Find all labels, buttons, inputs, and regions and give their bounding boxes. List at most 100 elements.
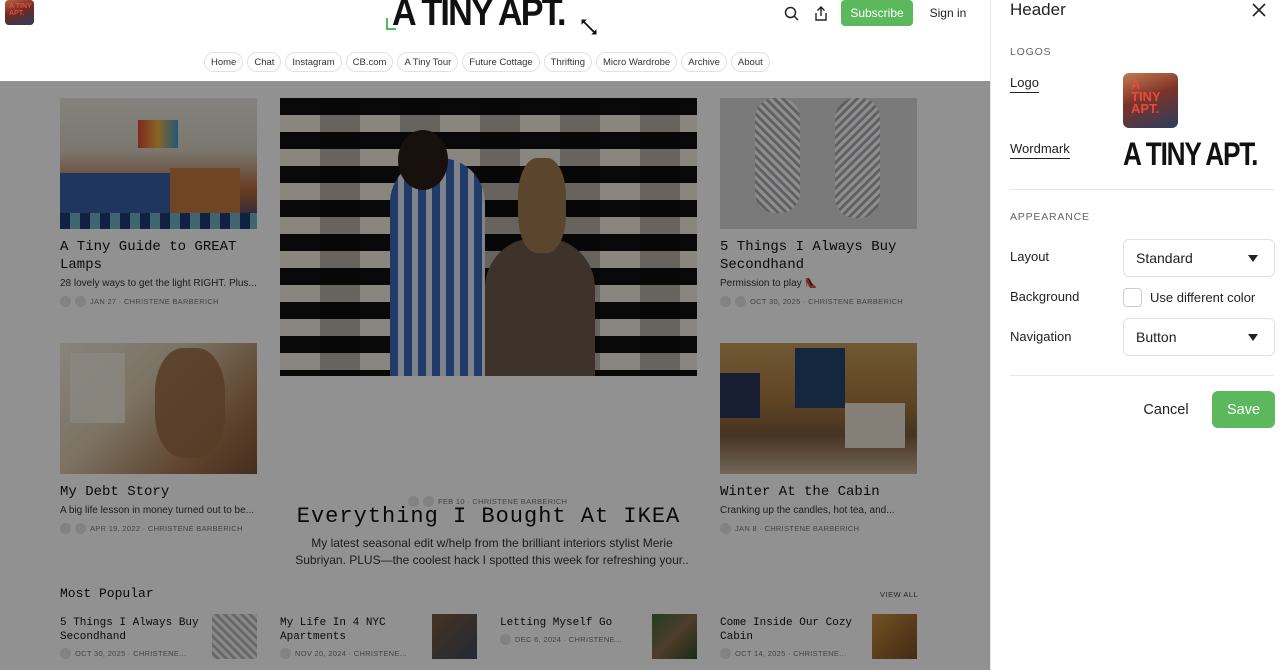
post-title-lamps[interactable]: A Tiny Guide to GREAT Lamps (60, 238, 257, 274)
site-content: A Tiny Guide to GREAT Lamps 28 lovely wa… (0, 81, 990, 670)
nav-future-cottage[interactable]: Future Cottage (462, 52, 540, 72)
layout-select-value: Standard (1136, 250, 1193, 266)
nav-about[interactable]: About (730, 52, 770, 72)
nav-archive[interactable]: Archive (681, 52, 727, 72)
signin-link[interactable]: Sign in (923, 0, 973, 26)
use-different-color-label[interactable]: Use different color (1150, 290, 1255, 305)
post-subtitle-ikea: My latest seasonal edit w/help from the … (295, 536, 689, 567)
popular-item-title[interactable]: My Life In 4 NYC Apartments (280, 616, 420, 644)
divider (1010, 375, 1274, 376)
site-wordmark[interactable]: A TINY APT. (392, 0, 567, 35)
wordmark-preview[interactable]: A TINY APT. (1123, 136, 1258, 173)
page: A TINY APT. A TINY APT. Subscribe Sign i… (0, 0, 1280, 670)
popular-item-thumb[interactable] (212, 614, 257, 659)
logo-label[interactable]: Logo (1010, 75, 1039, 93)
save-button[interactable]: Save (1212, 391, 1275, 428)
search-icon[interactable] (780, 2, 802, 24)
layout-select[interactable]: Standard (1123, 239, 1275, 277)
view-all-link[interactable]: VIEW ALL (880, 590, 918, 599)
lock-icon (735, 296, 746, 307)
site-logo[interactable]: A TINY APT. (5, 0, 34, 25)
popular-item-meta: OCT 30, 2025 · CHRISTENE... (60, 648, 186, 659)
panel-title: Header (1010, 0, 1066, 19)
use-different-color-checkbox[interactable] (1123, 288, 1142, 307)
header-settings-panel: Header LOGOS Logo A TINY APT. Wordmark A… (990, 0, 1280, 670)
post-image-debt[interactable] (60, 343, 257, 474)
site-header: A TINY APT. A TINY APT. Subscribe Sign i… (0, 0, 990, 81)
site-nav: Home Chat Instagram CB.com A Tiny Tour F… (204, 52, 770, 72)
subscribe-button[interactable]: Subscribe (841, 0, 913, 26)
chevron-down-icon (1248, 255, 1258, 262)
post-meta-debt-text: APR 19, 2022 · CHRISTENE BARBERICH (90, 524, 243, 533)
lock-icon (75, 523, 86, 534)
popular-item-meta-text: DEC 6, 2024 · CHRISTENE... (515, 635, 622, 644)
popular-item-thumb[interactable] (872, 614, 917, 659)
popular-item-thumb[interactable] (432, 614, 477, 659)
logos-section-heading: LOGOS (1010, 46, 1052, 58)
close-icon[interactable] (1250, 1, 1268, 19)
post-title-secondhand[interactable]: 5 Things I Always Buy Secondhand (720, 238, 917, 274)
author-avatar-icon (60, 523, 71, 534)
navigation-label: Navigation (1010, 329, 1072, 344)
background-label: Background (1010, 289, 1080, 304)
author-avatar-icon (720, 648, 731, 659)
nav-home[interactable]: Home (204, 52, 244, 72)
popular-item-meta-text: NOV 20, 2024 · CHRISTENE... (295, 649, 407, 658)
post-meta-debt: APR 19, 2022 · CHRISTENE BARBERICH (60, 523, 243, 534)
popular-item-title[interactable]: Letting Myself Go (500, 616, 640, 630)
post-meta-secondhand-text: OCT 30, 2025 · CHRISTENE BARBERICH (750, 297, 904, 306)
resize-cursor-icon (580, 18, 598, 36)
navigation-select[interactable]: Button (1123, 318, 1275, 356)
author-avatar-icon (408, 496, 419, 507)
popular-item-meta: OCT 14, 2025 · CHRISTENE... (720, 648, 846, 659)
chevron-down-icon (1248, 334, 1258, 341)
post-subtitle-cabin: Cranking up the candles, hot tea, and... (720, 505, 895, 516)
post-meta-ikea-text: FEB 10 · CHRISTENE BARBERICH (438, 497, 568, 506)
divider (1010, 189, 1274, 190)
post-meta-lamps: JAN 27 · CHRISTENE BARBERICH (60, 296, 219, 307)
nav-thrifting[interactable]: Thrifting (543, 52, 592, 72)
nav-chat[interactable]: Chat (247, 52, 282, 72)
post-title-debt[interactable]: My Debt Story (60, 483, 257, 501)
selection-corner (386, 18, 396, 30)
nav-tiny-tour[interactable]: A Tiny Tour (397, 52, 459, 72)
post-subtitle-secondhand: Permission to play 👠 (720, 278, 817, 289)
navigation-select-value: Button (1136, 329, 1177, 345)
share-icon[interactable] (810, 2, 832, 24)
post-meta-ikea: FEB 10 · CHRISTENE BARBERICH (408, 496, 567, 507)
wordmark-label[interactable]: Wordmark (1010, 141, 1070, 159)
lock-icon (75, 296, 86, 307)
popular-item-title[interactable]: Come Inside Our Cozy Cabin (720, 616, 860, 644)
post-image-cabin[interactable] (720, 343, 917, 474)
post-title-cabin[interactable]: Winter At the Cabin (720, 483, 917, 501)
lock-icon (500, 634, 511, 645)
most-popular-heading: Most Popular (60, 586, 154, 601)
lock-icon (280, 648, 291, 659)
post-title-ikea[interactable]: Everything I Bought At IKEA (280, 504, 697, 529)
post-image-secondhand[interactable] (720, 98, 917, 229)
nav-micro-wardrobe[interactable]: Micro Wardrobe (596, 52, 678, 72)
cancel-button[interactable]: Cancel (1131, 391, 1201, 428)
site-logo-text: A TINY APT. (9, 3, 32, 17)
site-preview: A TINY APT. A TINY APT. Subscribe Sign i… (0, 0, 990, 670)
post-meta-lamps-text: JAN 27 · CHRISTENE BARBERICH (90, 297, 219, 306)
nav-cbcom[interactable]: CB.com (345, 52, 394, 72)
post-image-ikea[interactable] (280, 98, 697, 376)
popular-item-thumb[interactable] (652, 614, 697, 659)
popular-item-title[interactable]: 5 Things I Always Buy Secondhand (60, 616, 200, 644)
popular-item-meta-text: OCT 14, 2025 · CHRISTENE... (735, 649, 847, 658)
post-subtitle-debt: A big life lesson in money turned out to… (60, 505, 255, 516)
popular-item-meta: DEC 6, 2024 · CHRISTENE... (500, 634, 622, 645)
post-subtitle-lamps: 28 lovely ways to get the light RIGHT. P… (60, 278, 257, 289)
post-image-lamps[interactable] (60, 98, 257, 229)
nav-instagram[interactable]: Instagram (285, 52, 342, 72)
post-meta-secondhand: OCT 30, 2025 · CHRISTENE BARBERICH (720, 296, 903, 307)
layout-label: Layout (1010, 249, 1050, 264)
appearance-section-heading: APPEARANCE (1010, 211, 1090, 223)
post-meta-cabin: JAN 8 · CHRISTENE BARBERICH (720, 523, 859, 534)
logo-preview[interactable]: A TINY APT. (1123, 73, 1178, 128)
author-avatar-icon (60, 296, 71, 307)
author-avatar-icon (720, 523, 731, 534)
logo-preview-text: A TINY APT. (1131, 77, 1161, 116)
popular-item-meta-text: OCT 30, 2025 · CHRISTENE... (75, 649, 187, 658)
